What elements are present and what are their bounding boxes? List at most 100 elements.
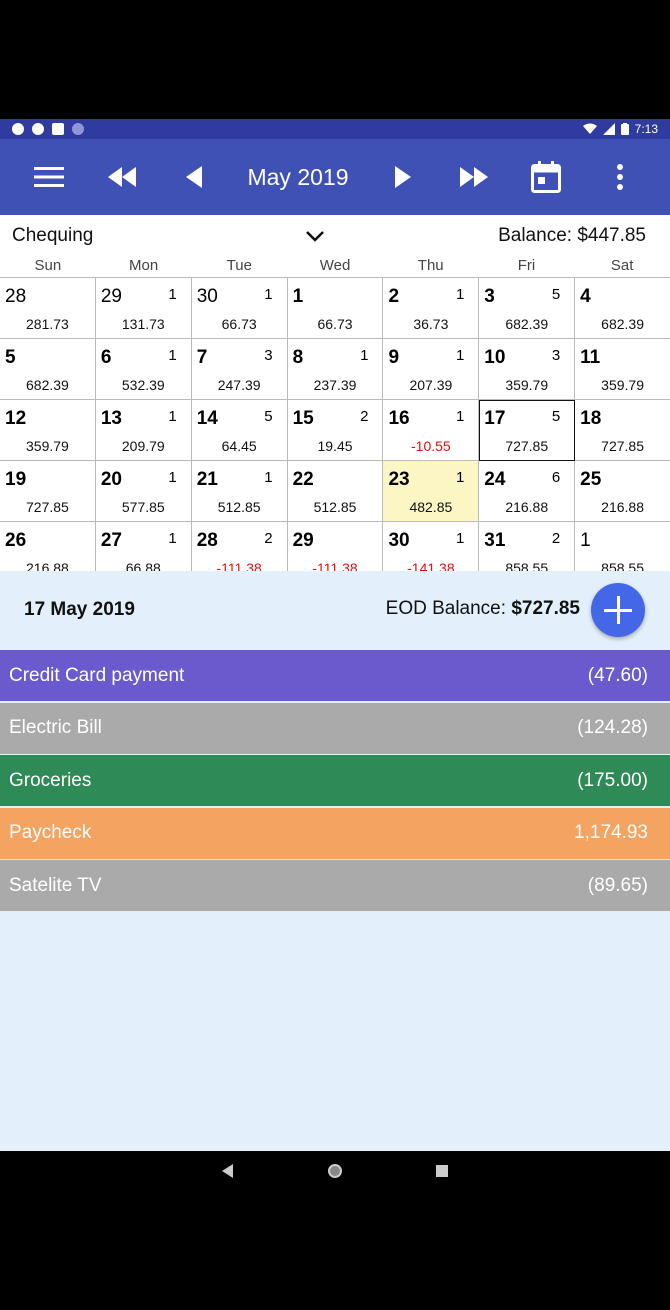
home-icon	[328, 1164, 342, 1178]
fast-forward-icon	[460, 167, 488, 187]
day-balance: 682.39	[601, 316, 644, 332]
calendar-day-cell[interactable]: 15 2 19.45	[287, 400, 384, 461]
calendar-day-cell[interactable]: 18 727.85	[575, 400, 670, 461]
calendar-day-cell[interactable]: 9 1 207.39	[383, 339, 480, 400]
day-number: 17	[484, 408, 506, 429]
recents-button[interactable]	[430, 1159, 454, 1183]
transaction-row[interactable]: Credit Card payment (47.60)	[0, 650, 670, 701]
menu-button[interactable]	[21, 139, 77, 215]
transaction-row[interactable]: Paycheck 1,174.93	[0, 807, 670, 859]
fast-rewind-icon	[108, 167, 136, 187]
calendar-day-cell[interactable]: 29 1 131.73	[95, 278, 192, 339]
transaction-amount: 1,174.93	[574, 822, 648, 843]
transaction-count: 1	[455, 347, 465, 364]
more-options-button[interactable]	[592, 139, 648, 215]
day-balance: 216.88	[26, 560, 69, 571]
transaction-row[interactable]: Groceries (175.00)	[0, 755, 670, 806]
chevron-down-icon[interactable]	[302, 223, 328, 249]
calendar-day-cell[interactable]: 11 359.79	[575, 339, 670, 400]
add-transaction-button[interactable]	[591, 583, 645, 637]
transaction-amount: (175.00)	[577, 769, 648, 791]
calendar-day-cell[interactable]: 30 1 -141.38	[383, 522, 480, 571]
calendar-day-cell[interactable]: 25 216.88	[575, 461, 670, 522]
transaction-row[interactable]: Satelite TV (89.65)	[0, 860, 670, 911]
recents-icon	[436, 1165, 448, 1177]
day-number: 5	[5, 347, 16, 368]
day-balance: 727.85	[505, 438, 549, 454]
notification-icons	[12, 123, 84, 135]
calendar-day-cell[interactable]: 6 1 532.39	[95, 339, 192, 400]
next-month-button[interactable]	[375, 139, 431, 215]
day-balance: -10.55	[411, 438, 451, 454]
calendar-day-cell[interactable]: 16 1 -10.55	[383, 400, 480, 461]
transaction-count: 1	[168, 469, 177, 486]
transaction-row[interactable]: Electric Bill (124.28)	[0, 702, 670, 754]
previous-month-button[interactable]	[166, 139, 222, 215]
calendar-day-cell[interactable]: 28 2 -111.38	[191, 522, 288, 571]
calendar-day-cell[interactable]: 26 216.88	[0, 522, 96, 571]
calendar-day-cell[interactable]: 12 359.79	[0, 400, 96, 461]
account-row: Chequing Balance: $447.85	[0, 215, 670, 257]
calendar-day-cell[interactable]: 17 5 727.85	[479, 400, 576, 461]
calendar-day-cell[interactable]: 30 1 66.73	[191, 278, 288, 339]
day-number: 25	[580, 469, 602, 490]
calendar-day-cell[interactable]: 20 1 577.85	[95, 461, 192, 522]
calendar-day-cell[interactable]: 4 682.39	[575, 278, 670, 339]
calendar-day-cell[interactable]: 13 1 209.79	[95, 400, 192, 461]
calendar-day-cell[interactable]: 24 6 216.88	[479, 461, 576, 522]
day-number: 1	[292, 286, 304, 307]
more-vert-icon	[617, 164, 623, 190]
day-balance: 247.39	[217, 377, 261, 393]
day-summary: 17 May 2019 EOD Balance: $727.85	[0, 571, 670, 650]
calendar-day-cell[interactable]: 10 3 359.79	[479, 339, 576, 400]
calendar-day-cell[interactable]: 31 2 858.55	[479, 522, 576, 571]
transaction-count: 2	[264, 530, 273, 547]
calendar-day-cell[interactable]: 21 1 512.85	[191, 461, 288, 522]
app-icon	[32, 123, 44, 135]
home-button[interactable]	[323, 1159, 347, 1183]
calendar-day-cell[interactable]: 3 5 682.39	[479, 278, 576, 339]
day-balance: 512.85	[313, 499, 357, 515]
transaction-count: 1	[168, 286, 177, 303]
day-balance: -141.38	[407, 560, 455, 571]
day-balance: 19.45	[317, 438, 353, 454]
day-balance: 36.73	[413, 316, 449, 332]
calendar-today-button[interactable]	[518, 139, 574, 215]
day-number: 30	[388, 530, 410, 551]
day-number: 21	[196, 469, 218, 490]
day-number: 8	[292, 347, 304, 368]
day-balance: 682.39	[505, 316, 549, 332]
calendar-day-cell[interactable]: 8 1 237.39	[287, 339, 384, 400]
calendar-day-cell[interactable]: 1 66.73	[287, 278, 384, 339]
day-number: 9	[388, 347, 400, 368]
calendar-day-cell[interactable]: 22 512.85	[287, 461, 384, 522]
account-selector[interactable]: Chequing	[12, 225, 93, 247]
back-button[interactable]	[216, 1159, 240, 1183]
back-icon	[222, 1164, 233, 1178]
calendar-day-cell[interactable]: 5 682.39	[0, 339, 96, 400]
transaction-amount: (47.60)	[587, 664, 648, 686]
main-content: Chequing Balance: $447.85 Sun Mon Tue We…	[0, 215, 670, 1151]
day-number: 19	[5, 469, 27, 490]
calendar-day-cell[interactable]: 1 858.55	[575, 522, 670, 571]
calendar-day-cell[interactable]: 23 1 482.85	[383, 461, 480, 522]
day-balance: 281.73	[26, 316, 69, 332]
calendar-day-cell[interactable]: 7 3 247.39	[191, 339, 288, 400]
calendar-day-cell[interactable]: 14 5 64.45	[191, 400, 288, 461]
calendar-day-cell[interactable]: 29 -111.38	[287, 522, 384, 571]
day-number: 27	[100, 530, 122, 551]
weekday-label: Wed	[319, 257, 351, 274]
calendar-day-cell[interactable]: 2 1 36.73	[383, 278, 480, 339]
transaction-count: 1	[264, 469, 273, 486]
weekday-label: Mon	[128, 257, 159, 274]
next-year-button[interactable]	[446, 139, 502, 215]
calendar-day-cell[interactable]: 19 727.85	[0, 461, 96, 522]
transaction-name: Satelite TV	[9, 874, 102, 896]
calendar-week-row: 12 359.79 13 1 209.79 14 5 64.45 15 2 19.45 16 1 -10.…	[0, 400, 670, 461]
calendar-day-cell[interactable]: 28 281.73	[0, 278, 96, 339]
day-number: 1	[580, 530, 591, 551]
calendar-day-cell[interactable]: 27 1 66.88	[95, 522, 192, 571]
previous-year-button[interactable]	[94, 139, 150, 215]
month-title: May 2019	[247, 163, 349, 190]
app-toolbar: May 2019	[0, 139, 670, 215]
